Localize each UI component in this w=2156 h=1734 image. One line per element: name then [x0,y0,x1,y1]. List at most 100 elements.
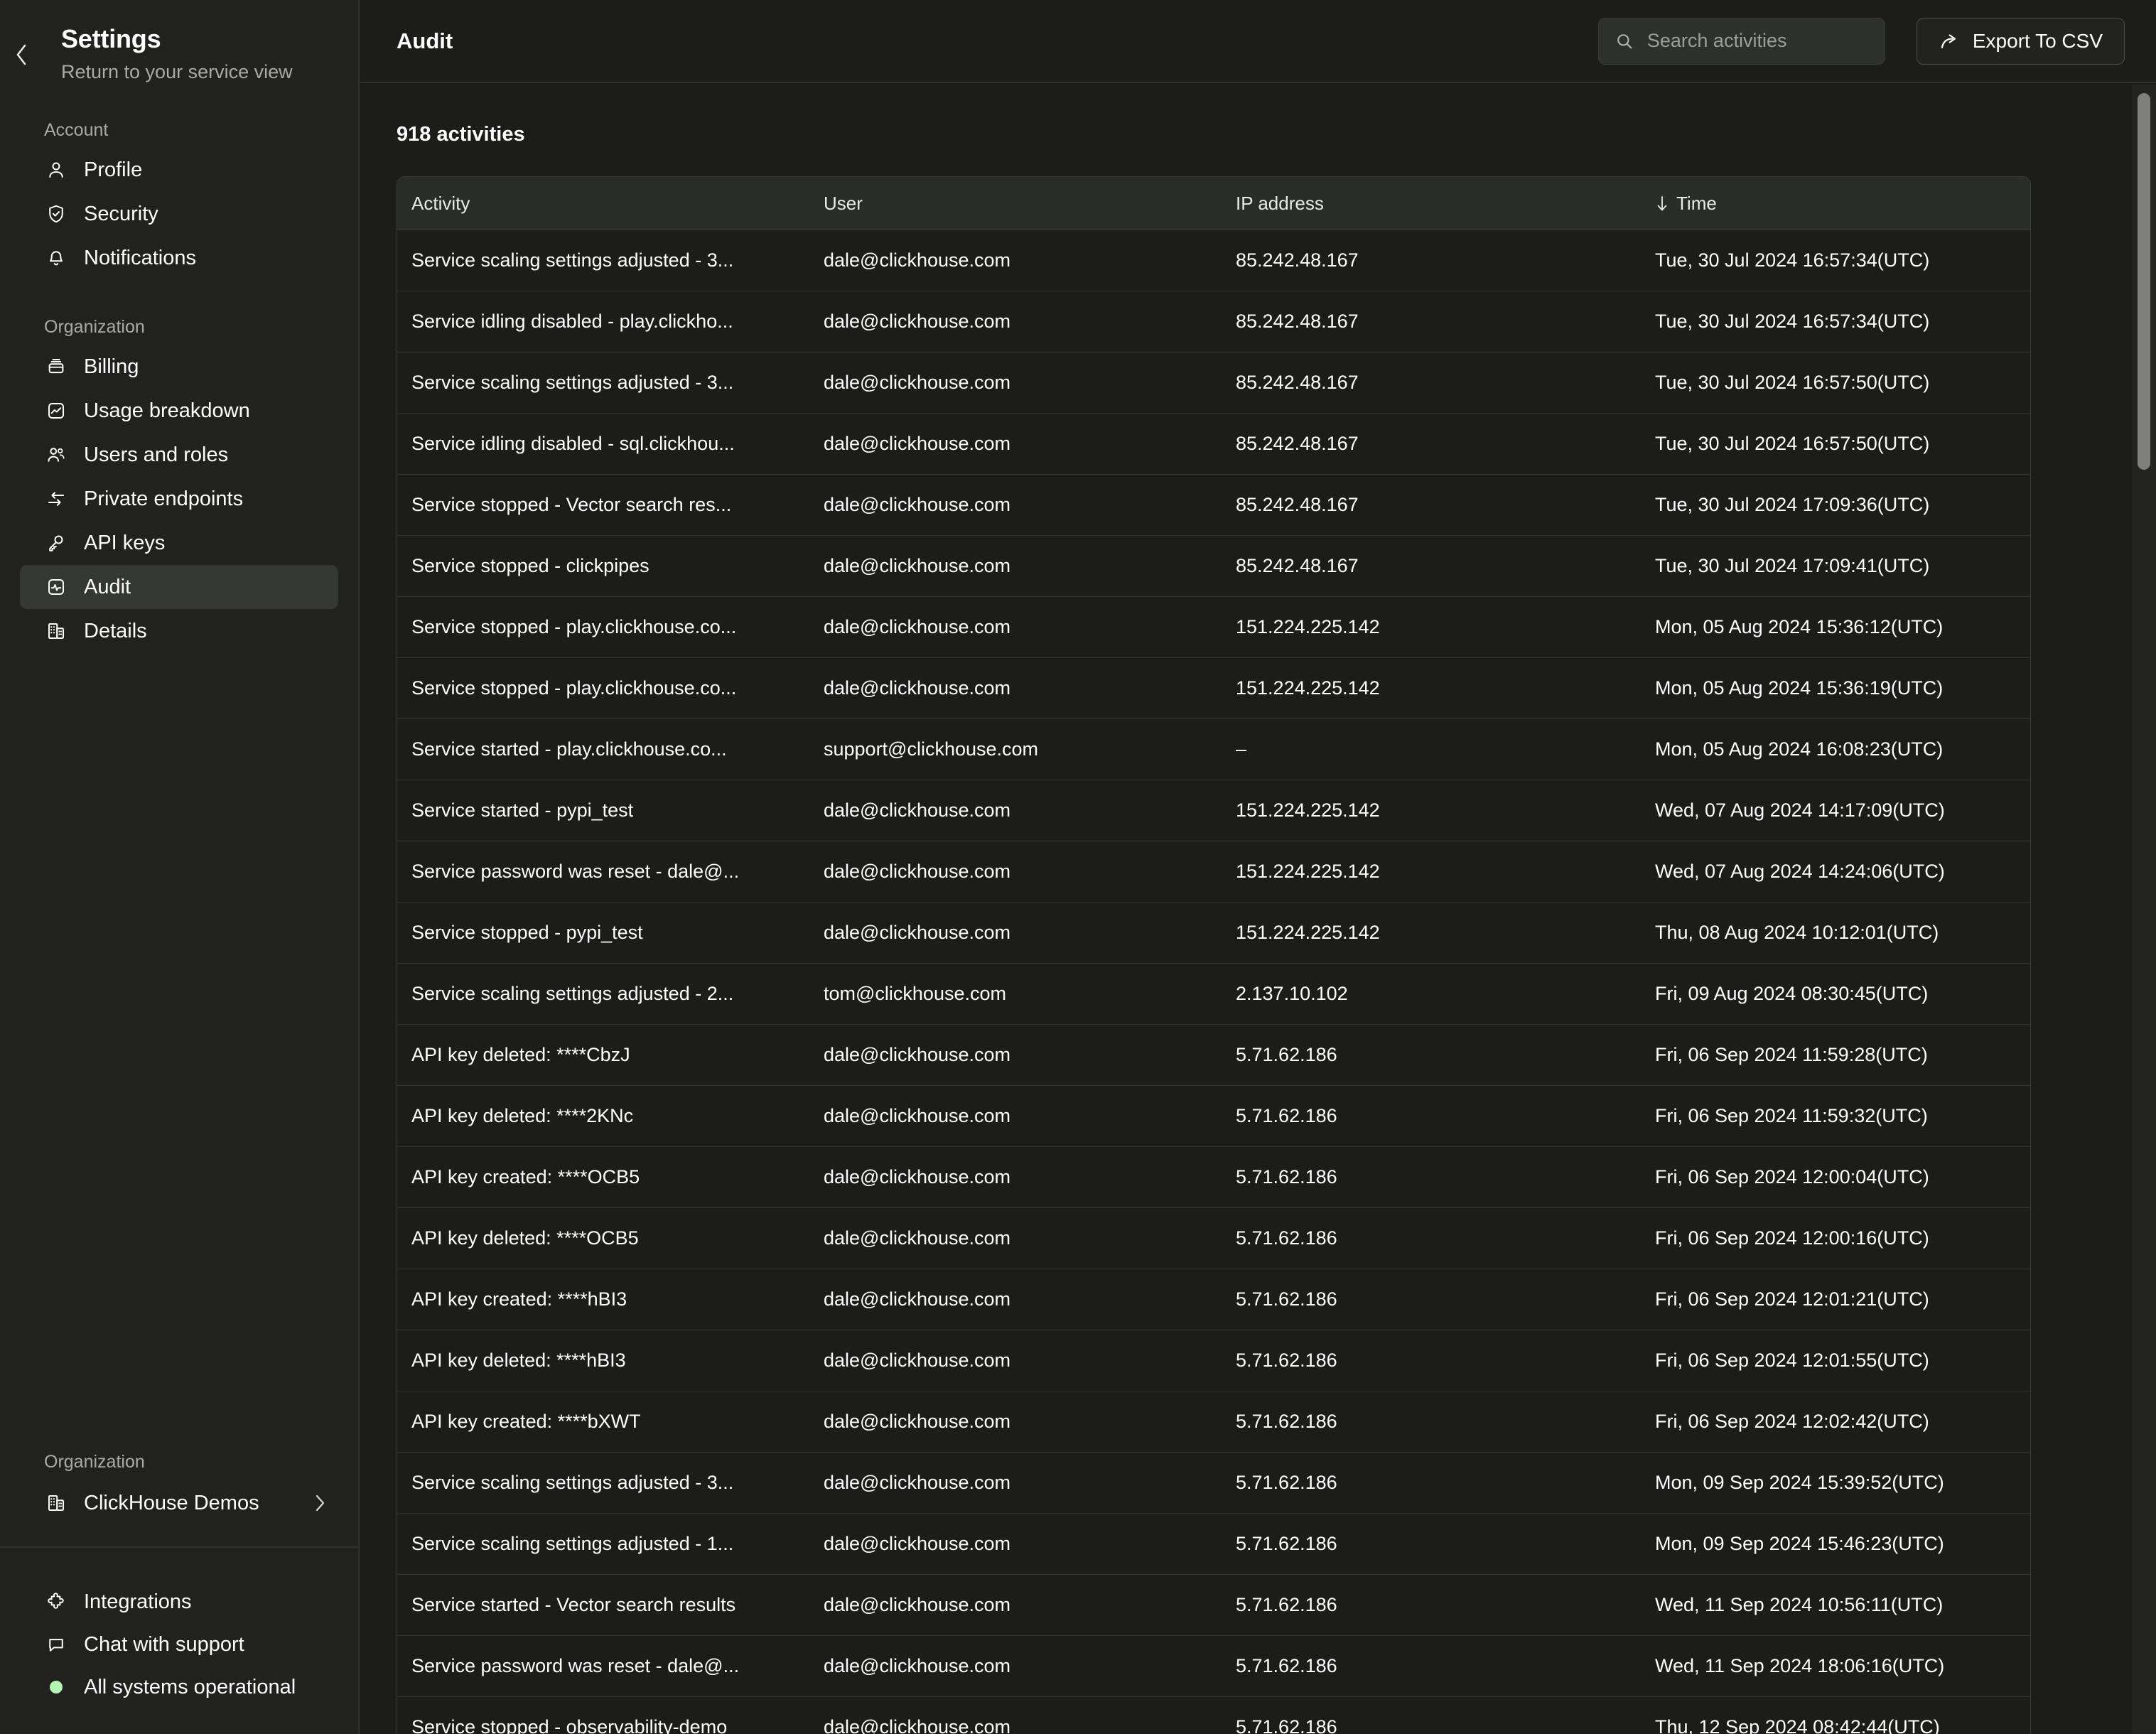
cell-activity: API key deleted: ****OCB5 [397,1227,809,1249]
table-row[interactable]: Service scaling settings adjusted - 1...… [397,1513,2030,1574]
sidebar-item-users-and-roles[interactable]: Users and roles [20,433,338,477]
cell-user: dale@clickhouse.com [809,1166,1222,1188]
cell-ip-address: 85.242.48.167 [1222,249,1641,271]
cell-time: Thu, 08 Aug 2024 10:12:01(UTC) [1641,922,2030,944]
chart-icon [44,399,68,423]
table-row[interactable]: Service stopped - play.clickhouse.co...d… [397,596,2030,657]
table-row[interactable]: Service password was reset - dale@...dal… [397,841,2030,902]
back-button[interactable] [0,24,43,67]
cell-activity: Service stopped - pypi_test [397,922,809,944]
cell-activity: API key deleted: ****2KNc [397,1105,809,1127]
cell-ip-address: 85.242.48.167 [1222,494,1641,516]
table-row[interactable]: Service stopped - observability-demodale… [397,1696,2030,1734]
scrollbar-thumb[interactable] [2138,93,2150,470]
cell-user: dale@clickhouse.com [809,1288,1222,1310]
export-to-csv-button[interactable]: Export To CSV [1917,18,2125,65]
sidebar-item-usage-breakdown[interactable]: Usage breakdown [20,389,338,433]
users-icon [44,443,68,467]
column-header-user[interactable]: User [809,193,1222,215]
organization-switcher[interactable]: ClickHouse Demos [20,1481,338,1525]
table-row[interactable]: Service password was reset - dale@...dal… [397,1635,2030,1696]
column-header-ip-address[interactable]: IP address [1222,193,1641,215]
topbar-actions: Search activities Export To CSV [1598,18,2125,65]
arrows-exchange-icon [44,487,68,511]
cell-activity: Service scaling settings adjusted - 2... [397,983,809,1005]
cell-time: Fri, 06 Sep 2024 12:01:21(UTC) [1641,1288,2030,1310]
bell-icon [44,246,68,270]
cell-activity: API key created: ****bXWT [397,1411,809,1433]
cell-time: Tue, 30 Jul 2024 17:09:41(UTC) [1641,555,2030,577]
table-row[interactable]: Service scaling settings adjusted - 3...… [397,352,2030,413]
table-row[interactable]: API key created: ****OCB5dale@clickhouse… [397,1146,2030,1207]
column-header-activity[interactable]: Activity [397,193,809,215]
table-row[interactable]: Service started - pypi_testdale@clickhou… [397,780,2030,841]
table-row[interactable]: API key deleted: ****CbzJdale@clickhouse… [397,1024,2030,1085]
sidebar-item-label: Details [84,620,147,643]
table-row[interactable]: API key deleted: ****OCB5dale@clickhouse… [397,1207,2030,1269]
cell-time: Wed, 11 Sep 2024 10:56:11(UTC) [1641,1594,2030,1616]
export-button-label: Export To CSV [1973,30,2103,53]
status-dot-icon [44,1675,68,1699]
table-row[interactable]: Service stopped - Vector search res...da… [397,474,2030,535]
cell-activity: Service started - play.clickhouse.co... [397,738,809,760]
cell-user: dale@clickhouse.com [809,1716,1222,1734]
sidebar-item-details[interactable]: Details [20,609,338,653]
sidebar-item-private-endpoints[interactable]: Private endpoints [20,477,338,521]
vertical-scrollbar[interactable] [2132,85,2156,1734]
table-row[interactable]: Service stopped - clickpipesdale@clickho… [397,535,2030,596]
page-title: Settings [61,24,293,54]
table-row[interactable]: Service scaling settings adjusted - 3...… [397,230,2030,291]
organization-switcher-block: Organization ClickHouse Demos [0,1452,358,1546]
cell-activity: Service scaling settings adjusted - 3... [397,372,809,394]
sidebar-item-audit[interactable]: Audit [20,565,338,609]
table-row[interactable]: Service idling disabled - sql.clickhou..… [397,413,2030,474]
cell-time: Mon, 09 Sep 2024 15:39:52(UTC) [1641,1472,2030,1494]
table-row[interactable]: Service started - play.clickhouse.co...s… [397,718,2030,780]
column-header-time[interactable]: Time [1641,193,2030,215]
table-row[interactable]: API key created: ****hBI3dale@clickhouse… [397,1269,2030,1330]
sidebar-item-security[interactable]: Security [20,192,338,236]
table-row[interactable]: API key created: ****bXWTdale@clickhouse… [397,1391,2030,1452]
sidebar-header: Settings Return to your service view [0,0,358,83]
sidebar-item-system-status[interactable]: All systems operational [20,1666,338,1708]
column-header-time-label: Time [1676,193,1717,214]
audit-page-heading: Audit [397,28,453,54]
sidebar-item-label: Billing [84,355,139,379]
cell-user: dale@clickhouse.com [809,249,1222,271]
sidebar-item-profile[interactable]: Profile [20,148,338,192]
share-arrow-icon [1939,31,1960,52]
sidebar-item-label: Notifications [84,247,196,270]
cell-time: Tue, 30 Jul 2024 16:57:34(UTC) [1641,311,2030,333]
cell-ip-address: 5.71.62.186 [1222,1105,1641,1127]
search-input[interactable]: Search activities [1598,18,1885,65]
table-row[interactable]: Service stopped - pypi_testdale@clickhou… [397,902,2030,963]
cell-ip-address: 151.224.225.142 [1222,922,1641,944]
cell-ip-address: 5.71.62.186 [1222,1044,1641,1066]
sidebar-item-notifications[interactable]: Notifications [20,236,338,280]
cell-user: dale@clickhouse.com [809,494,1222,516]
return-to-service-link[interactable]: Return to your service view [61,61,293,83]
table-row[interactable]: API key deleted: ****2KNcdale@clickhouse… [397,1085,2030,1146]
table-row[interactable]: Service stopped - play.clickhouse.co...d… [397,657,2030,718]
account-group-label: Account [0,120,358,141]
topbar: Audit Search activities [360,0,2156,83]
cell-user: dale@clickhouse.com [809,1350,1222,1372]
table-row[interactable]: Service scaling settings adjusted - 2...… [397,963,2030,1024]
building-icon [44,1491,68,1515]
sidebar-item-integrations[interactable]: Integrations [20,1580,338,1623]
table-row[interactable]: Service started - Vector search resultsd… [397,1574,2030,1635]
table-row[interactable]: Service idling disabled - play.clickho..… [397,291,2030,352]
sidebar-item-label: Chat with support [84,1633,244,1657]
sidebar-item-api-keys[interactable]: API keys [20,521,338,565]
cell-user: dale@clickhouse.com [809,555,1222,577]
sidebar-item-label: Private endpoints [84,488,243,511]
sidebar-item-billing[interactable]: Billing [20,345,338,389]
building-icon [44,619,68,643]
table-row[interactable]: Service scaling settings adjusted - 3...… [397,1452,2030,1513]
cell-user: dale@clickhouse.com [809,616,1222,638]
table-row[interactable]: API key deleted: ****hBI3dale@clickhouse… [397,1330,2030,1391]
cell-activity: Service stopped - clickpipes [397,555,809,577]
sidebar-item-chat-with-support[interactable]: Chat with support [20,1623,338,1666]
audit-page: Settings Return to your service view Acc… [0,0,2156,1734]
cell-user: dale@clickhouse.com [809,1227,1222,1249]
